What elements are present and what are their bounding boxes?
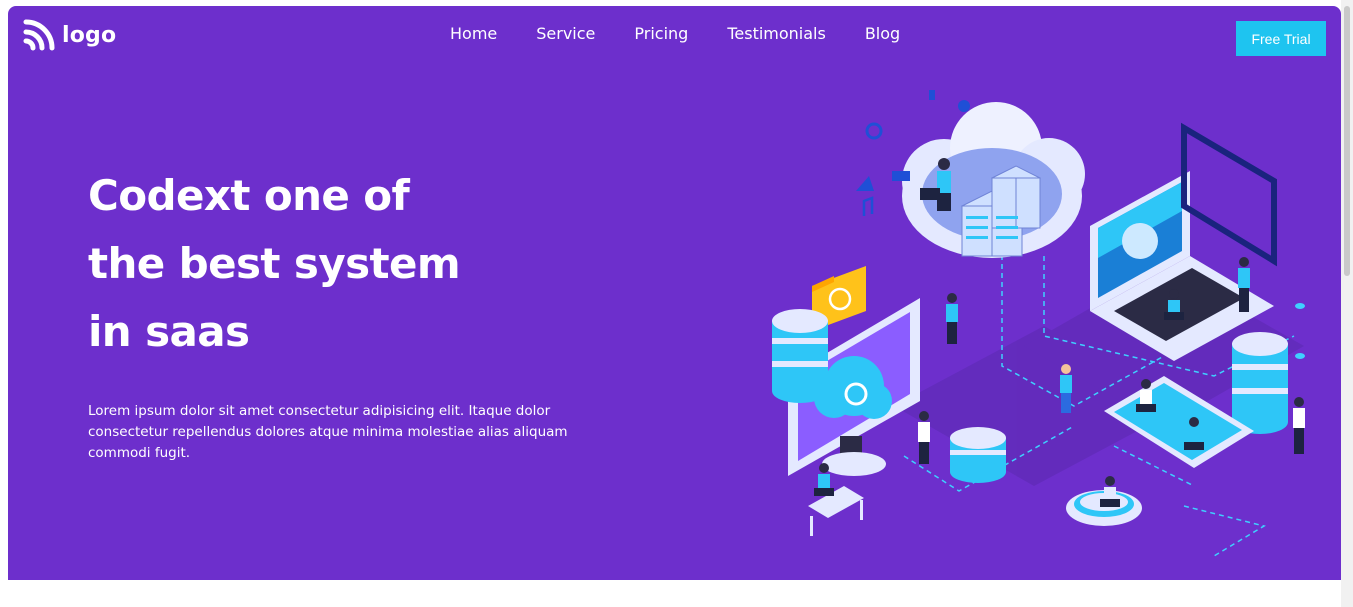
- database-small: [950, 427, 1006, 483]
- nav-home[interactable]: Home: [450, 24, 497, 43]
- hero-description: Lorem ipsum dolor sit amet consectetur a…: [88, 403, 568, 461]
- nav-testimonials[interactable]: Testimonials: [727, 24, 826, 43]
- scrollbar-thumb[interactable]: [1344, 6, 1350, 276]
- headline-line: the best system: [88, 239, 461, 288]
- logo-text: logo: [62, 22, 117, 48]
- nav-service[interactable]: Service: [536, 24, 595, 43]
- headline-line: Codext one of: [88, 171, 410, 220]
- isometric-cloud-computing-illustration: [772, 90, 1305, 557]
- nav-pricing[interactable]: Pricing: [634, 24, 688, 43]
- nav-blog[interactable]: Blog: [865, 24, 900, 43]
- cloud-server: [902, 102, 1085, 258]
- page-scrollbar[interactable]: [1341, 0, 1353, 607]
- hero-headline: Codext one of the best system in saas: [88, 162, 548, 366]
- database-stack-right: [1232, 332, 1288, 434]
- main-nav: Home Service Pricing Testimonials Blog: [450, 24, 900, 43]
- hero-section: logo Home Service Pricing Testimonials B…: [8, 6, 1341, 580]
- headline-line: in saas: [88, 307, 250, 356]
- rss-feed-icon: [23, 19, 55, 51]
- network-nodes: [1295, 303, 1305, 359]
- database-stack-left: [772, 309, 828, 403]
- logo[interactable]: logo: [22, 18, 116, 52]
- free-trial-button[interactable]: Free Trial: [1236, 21, 1326, 56]
